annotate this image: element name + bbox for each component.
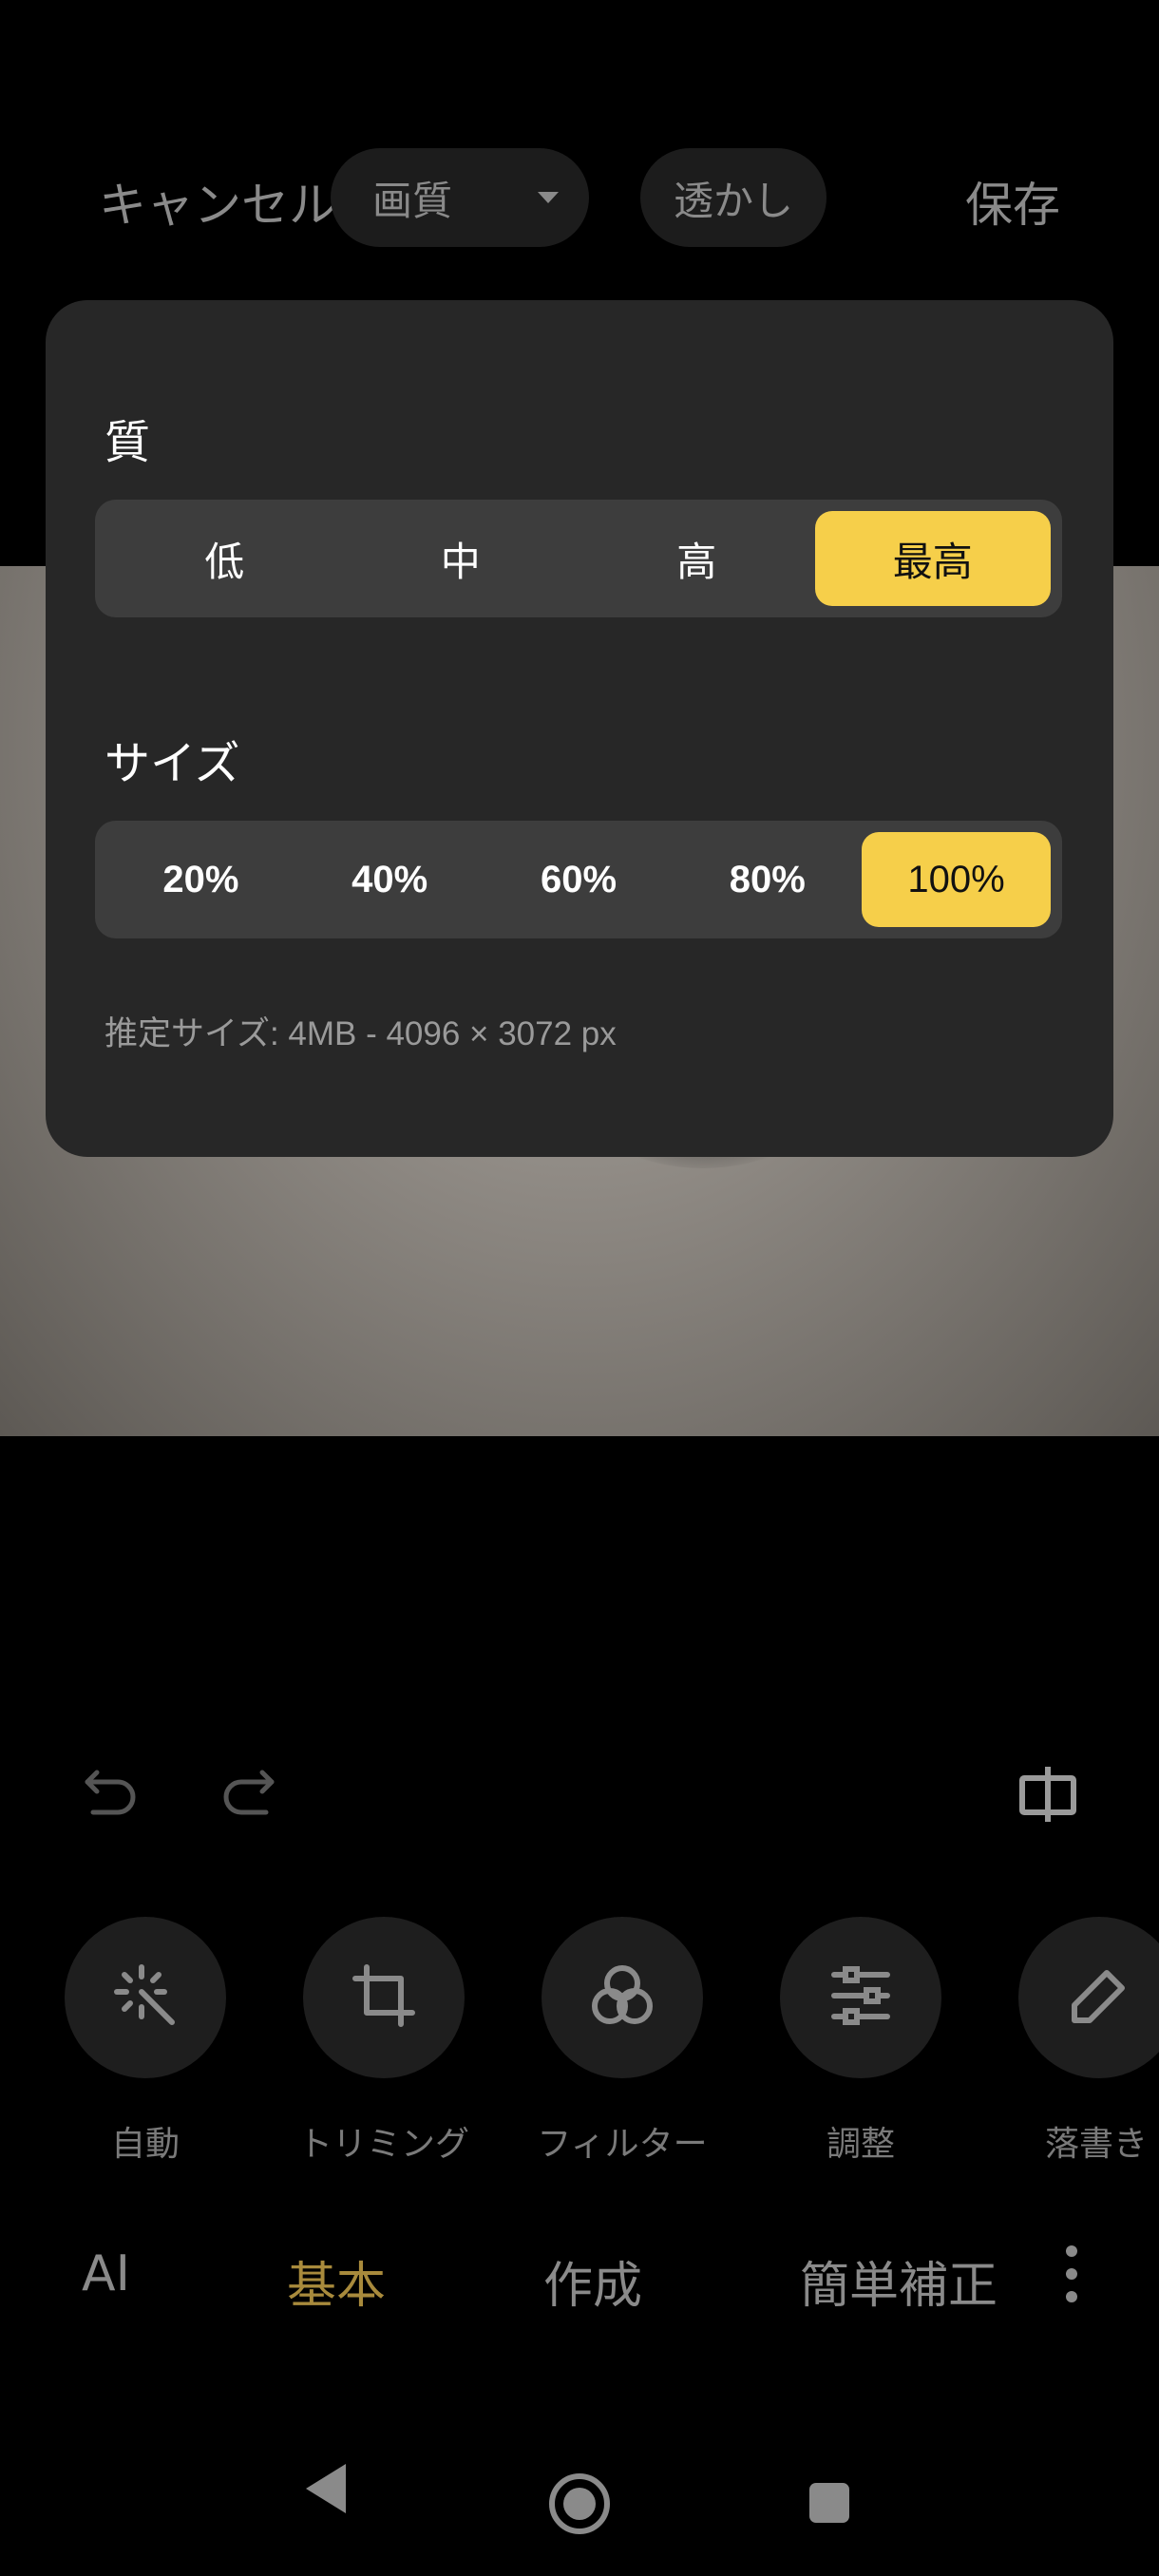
tool-auto-button[interactable] <box>65 1917 226 2078</box>
tool-adjust-button[interactable] <box>780 1917 941 2078</box>
quality-section-title: 質 <box>104 416 151 469</box>
quality-dropdown-label: 画質 <box>372 177 453 224</box>
quality-dropdown[interactable]: 画質 <box>331 148 589 247</box>
crop-icon <box>350 1961 418 2034</box>
quality-settings-popup: 質 低 中 高 最高 サイズ 20% 40% 60% 80% 100% 推定サイ… <box>46 300 1113 1157</box>
undo-icon[interactable] <box>82 1765 141 1824</box>
size-option-20[interactable]: 20% <box>106 832 295 927</box>
size-option-40[interactable]: 40% <box>295 832 484 927</box>
quality-option-highest[interactable]: 最高 <box>814 511 1051 606</box>
tab-quick-fix[interactable]: 簡単補正 <box>800 2245 998 2317</box>
cancel-button[interactable]: キャンセル <box>99 167 336 236</box>
more-options-icon[interactable] <box>1060 2245 1083 2302</box>
watermark-label: 透かし <box>673 177 793 224</box>
filter-icon <box>587 1960 657 2035</box>
caret-down-icon <box>538 192 559 203</box>
sliders-icon <box>826 1961 895 2034</box>
tab-ai[interactable]: AI <box>82 2245 130 2302</box>
home-circle-icon[interactable] <box>547 2472 612 2540</box>
quality-segmented-control: 低 中 高 最高 <box>95 500 1062 617</box>
quality-option-high[interactable]: 高 <box>579 511 815 606</box>
size-option-60[interactable]: 60% <box>484 832 674 927</box>
size-option-80[interactable]: 80% <box>673 832 862 927</box>
tool-draw-label: 落書き <box>1045 2125 1149 2164</box>
tool-crop-label: トリミング <box>297 2125 469 2164</box>
tab-create[interactable]: 作成 <box>543 2245 642 2317</box>
quality-option-low[interactable]: 低 <box>106 511 343 606</box>
tool-adjust-label: 調整 <box>826 2125 895 2164</box>
magic-wand-icon <box>111 1961 180 2034</box>
back-triangle-icon[interactable] <box>302 2460 350 2521</box>
size-section-title: サイズ <box>104 737 240 790</box>
size-option-100[interactable]: 100% <box>862 832 1051 927</box>
tool-draw-button[interactable] <box>1018 1917 1159 2078</box>
tab-basic[interactable]: 基本 <box>287 2245 386 2317</box>
tool-filter-button[interactable] <box>542 1917 703 2078</box>
watermark-button[interactable]: 透かし <box>640 148 826 247</box>
estimated-size-text: 推定サイズ: 4MB - 4096 × 3072 px <box>104 1015 617 1052</box>
tool-auto-label: 自動 <box>110 2125 180 2164</box>
tool-filter-label: フィルター <box>537 2125 708 2164</box>
recents-square-icon[interactable] <box>808 2481 851 2529</box>
save-button[interactable]: 保存 <box>965 167 1060 236</box>
tool-crop-button[interactable] <box>303 1917 465 2078</box>
redo-icon[interactable] <box>218 1765 277 1824</box>
pen-icon <box>1065 1961 1133 2034</box>
top-bar: キャンセル 画質 透かし 保存 <box>0 0 1159 304</box>
quality-option-medium[interactable]: 中 <box>343 511 580 606</box>
compare-icon[interactable] <box>1018 1763 1077 1826</box>
size-segmented-control: 20% 40% 60% 80% 100% <box>95 821 1062 938</box>
